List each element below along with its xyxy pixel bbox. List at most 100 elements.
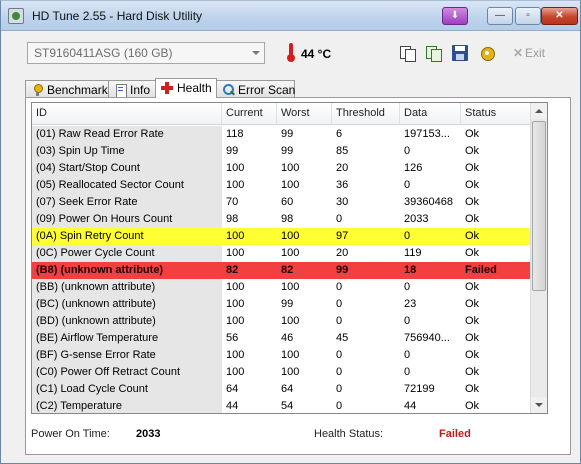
cell-status: Failed: [465, 264, 497, 276]
cell-threshold: 0: [336, 213, 343, 225]
table-row[interactable]: (03) Spin Up Time 99 99 85 0 Ok: [32, 143, 547, 160]
cell-current: 100: [226, 247, 245, 259]
cell-id: (09) Power On Hours Count: [32, 211, 222, 228]
cell-worst: 98: [281, 213, 294, 225]
power-on-time-label: Power On Time:: [31, 428, 110, 440]
column-header-id[interactable]: ID: [32, 103, 222, 125]
tab-health[interactable]: Health: [155, 78, 217, 98]
tab-info[interactable]: Info: [108, 80, 156, 98]
table-row[interactable]: (BB) (unknown attribute) 100 100 0 0 Ok: [32, 279, 547, 296]
cell-status: Ok: [465, 383, 480, 395]
close-button[interactable]: ✕: [541, 7, 578, 25]
cell-current: 100: [226, 281, 245, 293]
column-header-status[interactable]: Status: [461, 103, 532, 125]
cell-worst: 54: [281, 400, 294, 412]
status-bar: Power On Time: 2033 Health Status: Faile…: [31, 426, 548, 446]
options-icon[interactable]: [479, 45, 495, 61]
cell-status: Ok: [465, 213, 480, 225]
cell-threshold: 0: [336, 383, 343, 395]
cell-current: 82: [226, 264, 239, 276]
cell-worst: 100: [281, 315, 300, 327]
cell-data: 0: [404, 145, 411, 157]
cell-threshold: 20: [336, 162, 349, 174]
drive-select[interactable]: ST9160411ASG (160 GB): [27, 42, 265, 64]
table-header: ID Current Worst Threshold Data Status: [32, 103, 547, 125]
cell-status: Ok: [465, 162, 480, 174]
cell-worst: 100: [281, 247, 300, 259]
cell-id: (C2) Temperature: [32, 398, 222, 413]
cell-worst: 99: [281, 298, 294, 310]
cell-current: 100: [226, 315, 245, 327]
scroll-up-icon[interactable]: [531, 103, 547, 119]
power-on-time-value: 2033: [136, 428, 161, 440]
table-row[interactable]: (C2) Temperature 44 54 0 44 Ok: [32, 398, 547, 413]
thermometer-icon: [287, 43, 295, 62]
cell-id: (01) Raw Read Error Rate: [32, 126, 222, 143]
cell-id: (05) Reallocated Sector Count: [32, 177, 222, 194]
exit-button[interactable]: ✕ Exit: [513, 46, 545, 60]
cell-data: 0: [404, 366, 411, 378]
minimize-button[interactable]: —: [487, 7, 513, 25]
save-icon[interactable]: [452, 45, 468, 61]
cell-id: (07) Seek Error Rate: [32, 194, 222, 211]
cell-data: 2033: [404, 213, 429, 225]
table-row[interactable]: (BC) (unknown attribute) 100 99 0 23 Ok: [32, 296, 547, 313]
cell-data: 0: [404, 179, 411, 191]
table-row[interactable]: (C0) Power Off Retract Count 100 100 0 0 Ok: [32, 364, 547, 381]
cell-data: 0: [404, 349, 411, 361]
cell-data: 23: [404, 298, 417, 310]
scroll-down-icon[interactable]: [531, 397, 547, 413]
table-row[interactable]: (0C) Power Cycle Count 100 100 20 119 Ok: [32, 245, 547, 262]
cell-threshold: 36: [336, 179, 349, 191]
column-header-worst[interactable]: Worst: [277, 103, 332, 125]
table-row[interactable]: (BE) Airflow Temperature 56 46 45 756940... O…: [32, 330, 547, 347]
copy-icon[interactable]: [399, 45, 416, 62]
health-status-label: Health Status:: [314, 428, 384, 440]
table-row[interactable]: (04) Start/Stop Count 100 100 20 126 Ok: [32, 160, 547, 177]
table-row[interactable]: (01) Raw Read Error Rate 118 99 6 197153... O…: [32, 126, 547, 143]
cell-worst: 99: [281, 145, 294, 157]
window-title: HD Tune 2.55 - Hard Disk Utility: [32, 9, 203, 23]
cell-status: Ok: [465, 400, 480, 412]
app-icon: [8, 8, 24, 24]
scroll-thumb[interactable]: [532, 121, 546, 291]
table-row[interactable]: (05) Reallocated Sector Count 100 100 36 0 Ok: [32, 177, 547, 194]
maximize-button[interactable]: ▫: [515, 7, 541, 25]
cell-status: Ok: [465, 128, 480, 140]
cell-current: 99: [226, 145, 239, 157]
tab-error-scan[interactable]: Error Scan: [216, 80, 295, 97]
column-header-current[interactable]: Current: [222, 103, 277, 125]
cell-current: 44: [226, 400, 239, 412]
minimize-to-tray-button[interactable]: ⬇: [442, 7, 468, 25]
cell-id: (BF) G-sense Error Rate: [32, 347, 222, 364]
table-row[interactable]: (09) Power On Hours Count 98 98 0 2033 Ok: [32, 211, 547, 228]
cell-data: 39360468: [404, 196, 453, 208]
smart-table[interactable]: ID Current Worst Threshold Data Status (…: [31, 102, 548, 414]
cell-threshold: 0: [336, 315, 343, 327]
copy-all-icon[interactable]: [425, 45, 442, 62]
cell-threshold: 0: [336, 298, 343, 310]
column-header-data[interactable]: Data: [400, 103, 461, 125]
cell-id: (0C) Power Cycle Count: [32, 245, 222, 262]
title-bar[interactable]: HD Tune 2.55 - Hard Disk Utility ⬇ — ▫ ✕: [1, 1, 580, 31]
cell-status: Ok: [465, 179, 480, 191]
table-row[interactable]: (BD) (unknown attribute) 100 100 0 0 Ok: [32, 313, 547, 330]
table-row[interactable]: (07) Seek Error Rate 70 60 30 39360468 Ok: [32, 194, 547, 211]
cell-status: Ok: [465, 281, 480, 293]
table-row[interactable]: (C1) Load Cycle Count 64 64 0 72199 Ok: [32, 381, 547, 398]
table-row[interactable]: (0A) Spin Retry Count 100 100 97 0 Ok: [32, 228, 547, 245]
table-row[interactable]: (BF) G-sense Error Rate 100 100 0 0 Ok: [32, 347, 547, 364]
cell-current: 100: [226, 162, 245, 174]
column-header-threshold[interactable]: Threshold: [332, 103, 400, 125]
cell-threshold: 20: [336, 247, 349, 259]
cell-worst: 46: [281, 332, 294, 344]
cell-worst: 100: [281, 281, 300, 293]
cell-current: 100: [226, 230, 245, 242]
table-row[interactable]: (B8) (unknown attribute) 82 82 99 18 Failed: [32, 262, 547, 279]
cell-current: 98: [226, 213, 239, 225]
tab-benchmark[interactable]: Benchmark: [25, 80, 109, 97]
cell-id: (04) Start/Stop Count: [32, 160, 222, 177]
cell-threshold: 99: [336, 264, 349, 276]
cell-status: Ok: [465, 366, 480, 378]
vertical-scrollbar[interactable]: [530, 103, 547, 413]
